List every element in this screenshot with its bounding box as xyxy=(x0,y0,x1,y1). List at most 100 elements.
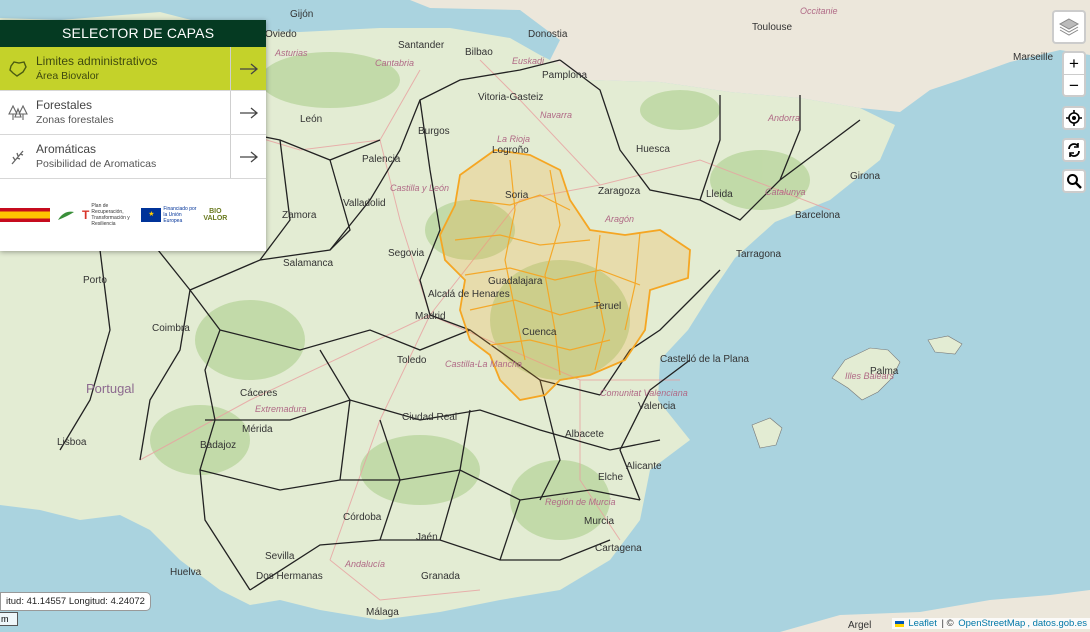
map-label: Murcia xyxy=(584,516,614,527)
map-label: La Rioja xyxy=(497,134,530,144)
map-label: Logroño xyxy=(492,145,529,156)
ukraine-flag-icon xyxy=(895,620,905,627)
map-label: Andalucía xyxy=(344,559,385,569)
layers-control-button[interactable] xyxy=(1052,10,1086,44)
refresh-icon xyxy=(1068,143,1080,157)
coordinates-readout: itud: 41.14557 Longitud: 4.24072 xyxy=(0,592,151,611)
layer-aromaticas[interactable]: Aromáticas Posibilidad de Aromaticas xyxy=(0,135,266,179)
map-label: Palma xyxy=(870,366,899,377)
map-label: Pamplona xyxy=(542,70,587,81)
map-label: Santander xyxy=(398,40,445,51)
map-label: Bilbao xyxy=(465,47,493,58)
layer-limites-administrativos[interactable]: Limites administrativos Área Biovalor xyxy=(0,47,266,91)
map-label: Badajoz xyxy=(200,440,236,451)
layers-icon xyxy=(1058,18,1080,36)
map-label: Guadalajara xyxy=(488,276,543,287)
spain-government-logo xyxy=(0,208,50,222)
biovalor-logo: BIO VALOR xyxy=(203,208,227,222)
map-label: Gijón xyxy=(290,9,313,20)
arrow-right-icon xyxy=(239,63,258,74)
map-label: Lisboa xyxy=(57,437,87,448)
layer-label: Aromáticas xyxy=(36,142,97,156)
map-label: Mérida xyxy=(242,424,273,435)
datos-gob-link[interactable]: , datos.gob.es xyxy=(1027,618,1087,629)
map-label: Zaragoza xyxy=(598,186,641,197)
map-label: Portugal xyxy=(86,381,135,396)
leaflet-link[interactable]: Leaflet xyxy=(908,618,937,629)
map-label: Alicante xyxy=(626,461,662,472)
map-label: Alcalá de Henares xyxy=(428,289,510,300)
map-label: Extremadura xyxy=(255,404,307,414)
map-region-icon xyxy=(0,60,36,78)
map-label: Jaén xyxy=(416,532,438,543)
map-label: Sevilla xyxy=(265,551,295,562)
map-label: Cartagena xyxy=(595,543,642,554)
map-label: Catalunya xyxy=(765,187,806,197)
map-label: Asturias xyxy=(274,48,308,58)
zoom-out-button[interactable]: − xyxy=(1064,75,1084,96)
zoom-in-button[interactable]: + xyxy=(1064,53,1084,75)
map-label: Castilla-La Mancha xyxy=(445,359,522,369)
layer-open-button[interactable] xyxy=(230,91,266,134)
map-label: Coimbra xyxy=(152,323,190,334)
aromatic-plant-icon xyxy=(0,148,36,166)
osm-link[interactable]: OpenStreetMap xyxy=(958,618,1025,629)
biovalor-logo-line2: VALOR xyxy=(203,215,228,222)
map-label: Marseille xyxy=(1013,52,1053,63)
map-label: Córdoba xyxy=(343,512,382,523)
sponsor-logos: T Plan de Recuperación, Transformación y… xyxy=(0,179,266,227)
map-label: Comunitat Valenciana xyxy=(600,388,688,398)
panel-title: SELECTOR DE CAPAS xyxy=(0,20,266,47)
map-label: Cantabria xyxy=(375,58,414,68)
map-label: Huelva xyxy=(170,567,202,578)
map-label: Euskadi xyxy=(512,56,545,66)
map-label: Málaga xyxy=(366,607,399,618)
eu-flag-logo: ★ Financiado por la Unión Europea xyxy=(141,206,197,224)
map-label: Toledo xyxy=(397,355,427,366)
zoom-control: + − xyxy=(1062,51,1086,97)
layer-open-button[interactable] xyxy=(230,135,266,178)
ministry-logo xyxy=(56,208,76,222)
map-label: Burgos xyxy=(418,126,450,137)
map-label: Lleida xyxy=(706,189,733,200)
map-label: Porto xyxy=(83,275,107,286)
map-label: Valladolid xyxy=(343,198,386,209)
map-label: Tarragona xyxy=(736,249,781,260)
map-label: Teruel xyxy=(594,301,621,312)
search-button[interactable] xyxy=(1062,169,1086,193)
map-label: Segovia xyxy=(388,248,425,259)
map-label: Occitanie xyxy=(800,6,838,16)
map-label: Castilla y León xyxy=(390,183,449,193)
map-label: Elche xyxy=(598,472,623,483)
map-label: Madrid xyxy=(415,311,446,322)
arrow-right-icon xyxy=(239,107,258,118)
layer-open-button[interactable] xyxy=(230,47,266,90)
layer-label: Forestales xyxy=(36,98,93,112)
recovery-plan-text: Plan de Recuperación, Transformación y R… xyxy=(91,203,130,227)
eu-funding-text: Financiado por la Unión Europea xyxy=(163,206,197,224)
target-icon xyxy=(1066,110,1082,126)
map-label: Zamora xyxy=(282,210,317,221)
map-label: Argel xyxy=(848,620,871,631)
map-label: Vitoria-Gasteiz xyxy=(478,92,543,103)
map-label: Dos Hermanas xyxy=(256,571,323,582)
map-label: Granada xyxy=(421,571,460,582)
map-label: León xyxy=(300,114,322,125)
map-label: Soria xyxy=(505,190,529,201)
map-label: Toulouse xyxy=(752,22,792,33)
map-label: Huesca xyxy=(636,144,670,155)
map-label: Donostia xyxy=(528,29,568,40)
map-label: Región de Murcia xyxy=(545,497,616,507)
layer-sublabel: Área Biovalor xyxy=(36,70,100,82)
trees-icon xyxy=(0,104,36,122)
arrow-right-icon xyxy=(239,151,258,162)
scale-bar: m xyxy=(0,612,18,626)
map-label: Andorra xyxy=(767,113,800,123)
map-label: Castelló de la Plana xyxy=(660,354,749,365)
refresh-button[interactable] xyxy=(1062,138,1086,162)
layer-forestales[interactable]: Forestales Zonas forestales xyxy=(0,91,266,135)
map-label: Ciudad Real xyxy=(402,412,457,423)
locate-button[interactable] xyxy=(1062,106,1086,130)
map-label: Cuenca xyxy=(522,327,557,338)
attribution-separator: | © xyxy=(938,618,957,629)
